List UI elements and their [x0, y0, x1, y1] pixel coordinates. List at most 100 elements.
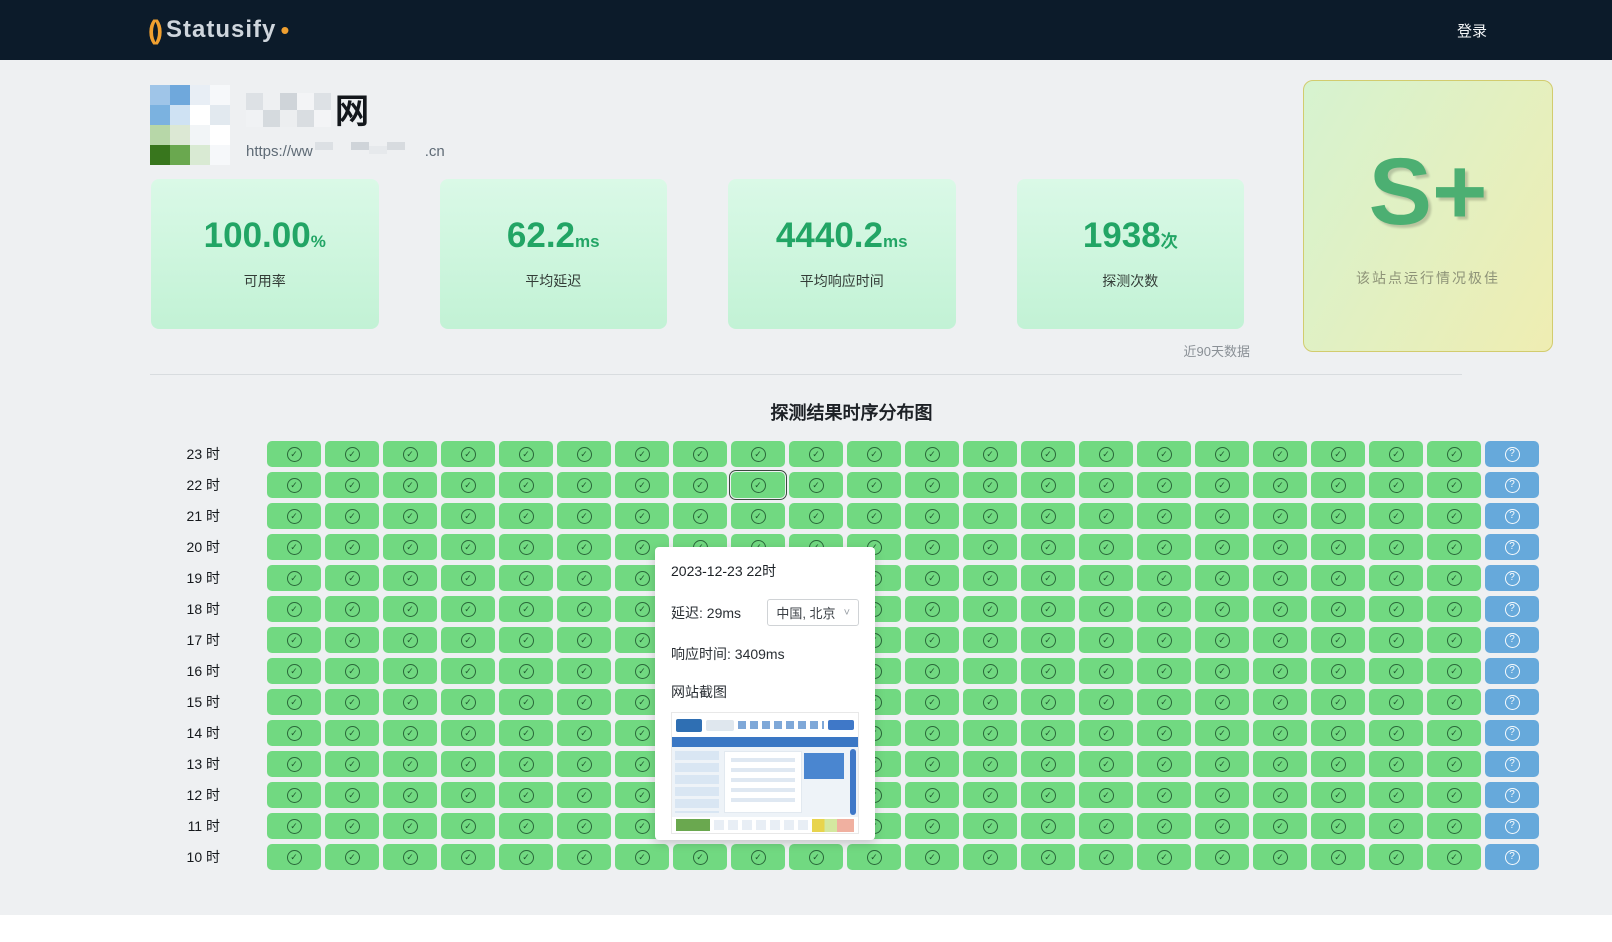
status-cell-ok[interactable]: ✓ — [1253, 658, 1307, 684]
status-cell-ok[interactable]: ✓ — [499, 782, 553, 808]
status-cell-ok[interactable]: ✓ — [1311, 503, 1365, 529]
status-cell-ok[interactable]: ✓ — [1253, 534, 1307, 560]
status-cell-ok[interactable]: ✓ — [731, 472, 785, 498]
status-cell-ok[interactable]: ✓ — [1079, 534, 1133, 560]
status-cell-ok[interactable]: ✓ — [1021, 689, 1075, 715]
status-cell-ok[interactable]: ✓ — [325, 441, 379, 467]
status-cell-ok[interactable]: ✓ — [383, 689, 437, 715]
status-cell-ok[interactable]: ✓ — [1021, 441, 1075, 467]
status-cell-ok[interactable]: ✓ — [1195, 782, 1249, 808]
status-cell-ok[interactable]: ✓ — [1137, 689, 1191, 715]
status-cell-ok[interactable]: ✓ — [963, 751, 1017, 777]
status-cell-ok[interactable]: ✓ — [267, 689, 321, 715]
status-cell-ok[interactable]: ✓ — [1137, 565, 1191, 591]
status-cell-ok[interactable]: ✓ — [557, 658, 611, 684]
status-cell-ok[interactable]: ✓ — [557, 689, 611, 715]
status-cell-ok[interactable]: ✓ — [499, 689, 553, 715]
status-cell-ok[interactable]: ✓ — [905, 534, 959, 560]
status-cell-ok[interactable]: ✓ — [383, 720, 437, 746]
status-cell-ok[interactable]: ✓ — [557, 813, 611, 839]
status-cell-ok[interactable]: ✓ — [441, 596, 495, 622]
status-cell-ok[interactable]: ✓ — [267, 720, 321, 746]
status-cell-ok[interactable]: ✓ — [963, 472, 1017, 498]
status-cell-ok[interactable]: ✓ — [441, 751, 495, 777]
status-cell-ok[interactable]: ✓ — [847, 844, 901, 870]
status-cell-ok[interactable]: ✓ — [1311, 844, 1365, 870]
status-cell-unknown[interactable]: ? — [1485, 813, 1539, 839]
status-cell-ok[interactable]: ✓ — [1195, 503, 1249, 529]
status-cell-ok[interactable]: ✓ — [1427, 658, 1481, 684]
status-cell-ok[interactable]: ✓ — [1253, 565, 1307, 591]
status-cell-ok[interactable]: ✓ — [1253, 782, 1307, 808]
status-cell-unknown[interactable]: ? — [1485, 844, 1539, 870]
status-cell-ok[interactable]: ✓ — [1253, 844, 1307, 870]
status-cell-ok[interactable]: ✓ — [1021, 534, 1075, 560]
status-cell-ok[interactable]: ✓ — [1369, 720, 1423, 746]
status-cell-ok[interactable]: ✓ — [557, 503, 611, 529]
status-cell-ok[interactable]: ✓ — [325, 658, 379, 684]
status-cell-ok[interactable]: ✓ — [673, 472, 727, 498]
status-cell-unknown[interactable]: ? — [1485, 565, 1539, 591]
status-cell-ok[interactable]: ✓ — [905, 627, 959, 653]
status-cell-ok[interactable]: ✓ — [1427, 844, 1481, 870]
status-cell-unknown[interactable]: ? — [1485, 720, 1539, 746]
status-cell-ok[interactable]: ✓ — [499, 658, 553, 684]
status-cell-ok[interactable]: ✓ — [731, 844, 785, 870]
status-cell-ok[interactable]: ✓ — [557, 627, 611, 653]
status-cell-ok[interactable]: ✓ — [1195, 751, 1249, 777]
status-cell-ok[interactable]: ✓ — [1137, 627, 1191, 653]
status-cell-ok[interactable]: ✓ — [267, 596, 321, 622]
status-cell-ok[interactable]: ✓ — [383, 565, 437, 591]
status-cell-ok[interactable]: ✓ — [499, 503, 553, 529]
status-cell-ok[interactable]: ✓ — [905, 689, 959, 715]
status-cell-ok[interactable]: ✓ — [1137, 534, 1191, 560]
status-cell-ok[interactable]: ✓ — [1311, 441, 1365, 467]
status-cell-ok[interactable]: ✓ — [325, 565, 379, 591]
status-cell-ok[interactable]: ✓ — [1311, 565, 1365, 591]
status-cell-ok[interactable]: ✓ — [1195, 844, 1249, 870]
status-cell-ok[interactable]: ✓ — [383, 627, 437, 653]
status-cell-ok[interactable]: ✓ — [963, 441, 1017, 467]
status-cell-ok[interactable]: ✓ — [1021, 813, 1075, 839]
status-cell-ok[interactable]: ✓ — [731, 503, 785, 529]
status-cell-ok[interactable]: ✓ — [1311, 534, 1365, 560]
status-cell-ok[interactable]: ✓ — [905, 503, 959, 529]
status-cell-ok[interactable]: ✓ — [905, 720, 959, 746]
status-cell-ok[interactable]: ✓ — [325, 627, 379, 653]
status-cell-ok[interactable]: ✓ — [905, 813, 959, 839]
status-cell-ok[interactable]: ✓ — [267, 441, 321, 467]
status-cell-ok[interactable]: ✓ — [1195, 627, 1249, 653]
status-cell-ok[interactable]: ✓ — [1021, 844, 1075, 870]
status-cell-ok[interactable]: ✓ — [963, 503, 1017, 529]
status-cell-ok[interactable]: ✓ — [905, 565, 959, 591]
status-cell-ok[interactable]: ✓ — [963, 782, 1017, 808]
status-cell-ok[interactable]: ✓ — [557, 565, 611, 591]
region-select[interactable]: 中国, 北京 ˅ — [767, 599, 859, 626]
status-cell-ok[interactable]: ✓ — [963, 627, 1017, 653]
status-cell-ok[interactable]: ✓ — [1369, 596, 1423, 622]
status-cell-ok[interactable]: ✓ — [1253, 720, 1307, 746]
status-cell-ok[interactable]: ✓ — [441, 689, 495, 715]
status-cell-ok[interactable]: ✓ — [1311, 782, 1365, 808]
status-cell-ok[interactable]: ✓ — [267, 751, 321, 777]
status-cell-ok[interactable]: ✓ — [441, 782, 495, 808]
status-cell-ok[interactable]: ✓ — [557, 844, 611, 870]
status-cell-ok[interactable]: ✓ — [1369, 627, 1423, 653]
status-cell-ok[interactable]: ✓ — [1427, 627, 1481, 653]
brand-logo[interactable]: () Statusify • — [148, 15, 289, 46]
status-cell-ok[interactable]: ✓ — [1021, 751, 1075, 777]
status-cell-ok[interactable]: ✓ — [673, 441, 727, 467]
status-cell-unknown[interactable]: ? — [1485, 534, 1539, 560]
status-cell-ok[interactable]: ✓ — [1079, 503, 1133, 529]
status-cell-ok[interactable]: ✓ — [1195, 472, 1249, 498]
status-cell-ok[interactable]: ✓ — [963, 596, 1017, 622]
status-cell-ok[interactable]: ✓ — [1137, 658, 1191, 684]
status-cell-ok[interactable]: ✓ — [267, 565, 321, 591]
status-cell-ok[interactable]: ✓ — [1427, 503, 1481, 529]
status-cell-ok[interactable]: ✓ — [441, 658, 495, 684]
status-cell-ok[interactable]: ✓ — [499, 565, 553, 591]
status-cell-ok[interactable]: ✓ — [1079, 782, 1133, 808]
status-cell-ok[interactable]: ✓ — [1195, 813, 1249, 839]
status-cell-ok[interactable]: ✓ — [905, 844, 959, 870]
status-cell-ok[interactable]: ✓ — [1369, 844, 1423, 870]
